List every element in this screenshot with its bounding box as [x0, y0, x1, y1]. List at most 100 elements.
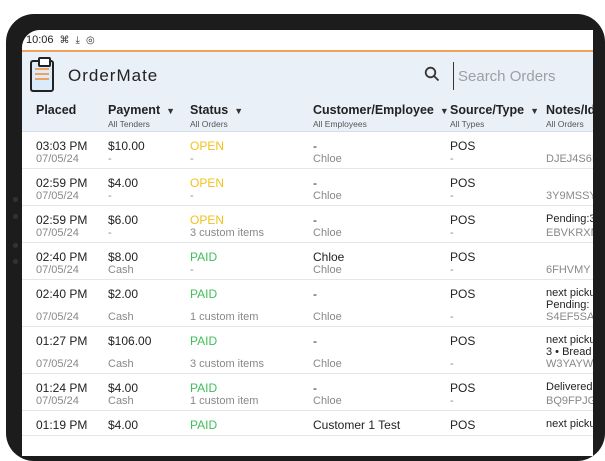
- column-header-source-type[interactable]: Source/Type ▼ All Types: [450, 100, 546, 132]
- order-payment: $10.00: [108, 138, 145, 153]
- column-label: Customer/Employee: [313, 103, 434, 117]
- order-date: 07/05/24: [22, 226, 108, 243]
- table-row[interactable]: 01:27 PM $106.00 PAID - POS next picku 3 • Br…: [22, 326, 593, 358]
- order-note: [546, 168, 593, 190]
- order-employee: Chloe: [313, 152, 450, 169]
- order-customer: -: [313, 380, 317, 395]
- table-row-detail[interactable]: 07/05/24-3 custom itemsChloe-EBVKRXN: [22, 226, 593, 243]
- order-employee: Chloe: [313, 357, 450, 374]
- order-note: Pending:3: [546, 212, 593, 225]
- order-time: 01:19 PM: [36, 417, 88, 432]
- search-icon[interactable]: [424, 66, 440, 82]
- table-row[interactable]: 02:40 PM $2.00 PAID - POS next picku Pending:: [22, 279, 593, 311]
- order-date: [22, 431, 108, 436]
- sensor-dot: [13, 243, 18, 248]
- order-date: 07/05/24: [22, 310, 108, 327]
- table-row-detail[interactable]: [22, 431, 593, 436]
- status-time: 10:06: [26, 34, 54, 46]
- search-input[interactable]: [453, 62, 593, 90]
- table-row[interactable]: 02:59 PM $6.00 OPEN - POS Pending:3: [22, 205, 593, 227]
- table-row-detail[interactable]: 07/05/24- - Chloe - DJEJ4S6I: [22, 152, 593, 169]
- sensor-dot: [13, 259, 18, 264]
- order-payment: $4.00: [108, 380, 139, 395]
- order-tender: -: [108, 226, 190, 243]
- order-employee: Chloe: [313, 189, 450, 206]
- order-employee: Chloe: [313, 394, 450, 411]
- grid-icon: ⌘: [59, 34, 70, 46]
- app-bar: OrderMate: [22, 50, 593, 100]
- order-id: S4EF5SA: [546, 310, 593, 327]
- order-type: -: [450, 310, 546, 327]
- order-id: W3YAYW: [546, 357, 593, 374]
- orders-body: 03:03 PM $10.00 OPEN - POS 07/05/24- - Chloe - DJ…: [22, 131, 593, 436]
- order-id: [546, 431, 593, 436]
- order-employee: Chloe: [313, 226, 450, 243]
- order-time: 01:27 PM: [36, 333, 88, 348]
- dropdown-caret-icon[interactable]: ▼: [234, 106, 243, 116]
- table-row[interactable]: 01:19 PM $4.00 PAID Customer 1 Test POS next …: [22, 410, 593, 432]
- status-badge: PAID: [190, 286, 218, 301]
- order-payment: $4.00: [108, 175, 139, 190]
- order-customer: -: [313, 138, 317, 153]
- column-filter-label[interactable]: All Employees: [313, 119, 450, 129]
- status-badge: PAID: [190, 380, 218, 395]
- order-id: DJEJ4S6I: [546, 152, 593, 169]
- table-row-detail[interactable]: 07/05/24 Cash - Chloe -6FHVMY: [22, 263, 593, 280]
- order-id: EBVKRXN: [546, 226, 593, 243]
- column-label: Status: [190, 103, 229, 117]
- column-header-notes-id[interactable]: Notes/Id All Orders: [546, 100, 593, 132]
- dropdown-caret-icon[interactable]: ▼: [440, 106, 449, 116]
- order-type: -: [450, 263, 546, 280]
- order-source: POS: [450, 286, 476, 301]
- order-id: 3Y9MSSY: [546, 189, 593, 206]
- column-filter-label[interactable]: All Tenders: [108, 119, 190, 129]
- order-type: -: [450, 189, 546, 206]
- order-date: 07/05/24: [22, 152, 108, 169]
- order-items: 3 custom items: [190, 357, 313, 374]
- order-employee: Chloe: [313, 310, 450, 327]
- table-row[interactable]: 01:24 PM $4.00 PAID - POS Delivered: [22, 373, 593, 395]
- order-payment: $2.00: [108, 286, 139, 301]
- order-type: -: [450, 357, 546, 374]
- table-row[interactable]: 02:59 PM $4.00 OPEN - POS: [22, 168, 593, 190]
- column-filter-label[interactable]: All Orders: [190, 119, 313, 129]
- order-tender: [108, 431, 190, 436]
- order-note: [546, 131, 593, 153]
- order-time: 02:40 PM: [36, 249, 88, 264]
- column-header-customer-employee[interactable]: Customer/Employee ▼ All Employees: [313, 100, 450, 132]
- column-label: Source/Type: [450, 103, 525, 117]
- order-customer: -: [313, 175, 317, 190]
- dropdown-caret-icon[interactable]: ▼: [166, 106, 175, 116]
- clipboard-logo-icon: [30, 57, 54, 92]
- column-header-status[interactable]: Status ▼ All Orders: [190, 100, 313, 132]
- table-row[interactable]: 02:40 PM $8.00 PAID Chloe POS: [22, 242, 593, 264]
- order-items: 1 custom item: [190, 310, 313, 327]
- order-note: next picku 3 • Bread: [546, 333, 593, 358]
- order-employee: [313, 431, 450, 436]
- column-header-placed[interactable]: Placed: [22, 100, 108, 132]
- order-source: POS: [450, 417, 476, 432]
- table-row-detail[interactable]: 07/05/24 Cash 3 custom items Chloe - W3YAYW: [22, 357, 593, 374]
- status-badge: OPEN: [190, 175, 225, 190]
- status-badge: PAID: [190, 417, 218, 432]
- orders-table: Placed Payment ▼ All Tenders Status ▼ All Orde…: [22, 100, 593, 436]
- table-row-detail[interactable]: 07/05/24 Cash 1 custom item Chloe - BQ9FPJG: [22, 394, 593, 411]
- column-header-payment[interactable]: Payment ▼ All Tenders: [108, 100, 190, 132]
- order-type: [450, 431, 546, 436]
- order-source: POS: [450, 175, 476, 190]
- table-row-detail[interactable]: 07/05/24 Cash 1 custom item Chloe - S4EF5SA: [22, 310, 593, 327]
- table-row[interactable]: 03:03 PM $10.00 OPEN - POS: [22, 131, 593, 153]
- order-time: 02:59 PM: [36, 212, 88, 227]
- order-customer: Customer 1 Test: [313, 417, 401, 432]
- status-badge: OPEN: [190, 138, 225, 153]
- order-type: -: [450, 152, 546, 169]
- table-row-detail[interactable]: 07/05/24- - Chloe -3Y9MSSY: [22, 189, 593, 206]
- order-payment: $8.00: [108, 249, 139, 264]
- order-tender: Cash: [108, 394, 190, 411]
- dropdown-caret-icon[interactable]: ▼: [530, 106, 539, 116]
- column-filter-label[interactable]: All Orders: [546, 119, 593, 129]
- order-id: 6FHVMY: [546, 263, 593, 280]
- order-items: -: [190, 189, 313, 206]
- column-filter-label[interactable]: All Types: [450, 119, 546, 129]
- order-items: -: [190, 263, 313, 280]
